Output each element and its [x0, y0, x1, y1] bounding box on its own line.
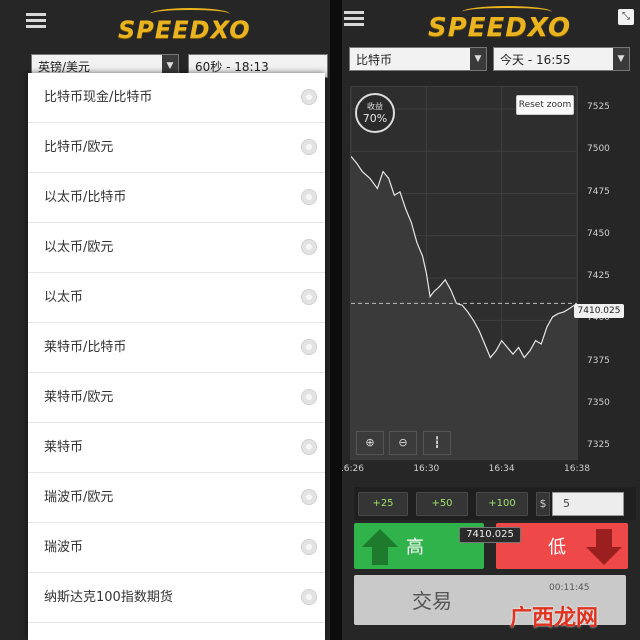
- dropdown-item-label: 瑞波币/欧元: [44, 490, 114, 505]
- menu-icon[interactable]: [26, 13, 46, 29]
- dropdown-item[interactable]: 瑞波币: [28, 523, 325, 573]
- dropdown-item[interactable]: 比特币现金/比特币: [28, 73, 325, 123]
- radio-icon[interactable]: [301, 289, 317, 305]
- dropdown-item-label: 莱特币/比特币: [44, 340, 127, 355]
- payout-value: 70%: [362, 112, 388, 125]
- dropdown-item[interactable]: 以太币: [28, 273, 325, 323]
- radio-icon[interactable]: [301, 139, 317, 155]
- zoom-in-icon[interactable]: ⊕: [356, 431, 384, 455]
- right-screen: SPEEDXO ⤡ 比特币 ▼ 今天 - 16:55 ▼ 收益 70% Rese…: [342, 0, 640, 640]
- y-tick-label: 7375: [587, 355, 610, 366]
- y-tick-label: 7450: [587, 228, 610, 239]
- arrow-down-icon: [586, 529, 622, 565]
- expiry-select[interactable]: 今天 - 16:55 ▼: [493, 47, 630, 71]
- dropdown-item[interactable]: 以太币/欧元: [28, 223, 325, 273]
- left-screen: SPEEDXO 英镑/美元 ▼ 60秒 - 18:13 比特币现金/比特币 比特币…: [0, 0, 330, 640]
- countdown-timer: 00:11:45: [549, 583, 590, 593]
- currency-symbol: $: [536, 492, 550, 516]
- reset-zoom-button[interactable]: Reset zoom: [516, 95, 574, 115]
- x-tick-label: 16:30: [413, 464, 440, 474]
- plus25-button[interactable]: +25: [358, 492, 408, 516]
- radio-icon[interactable]: [301, 189, 317, 205]
- radio-icon[interactable]: [301, 489, 317, 505]
- radio-icon[interactable]: [301, 89, 317, 105]
- asset-select[interactable]: 比特币 ▼: [349, 47, 487, 71]
- radio-icon[interactable]: [301, 339, 317, 355]
- divider: [330, 0, 342, 640]
- entry-price-tag: 7410.025: [459, 527, 521, 543]
- amount-input[interactable]: 5: [552, 492, 624, 516]
- dropdown-item[interactable]: 比特币/欧元: [28, 123, 325, 173]
- zoom-out-icon[interactable]: ⊖: [389, 431, 417, 455]
- radio-icon[interactable]: [301, 239, 317, 255]
- dropdown-item-label: 莱特币: [44, 440, 84, 455]
- dropdown-item-label: 比特币/欧元: [44, 140, 114, 155]
- dropdown-item-label: 瑞波币: [44, 540, 84, 555]
- dropdown-item-label: 以太币: [44, 290, 84, 305]
- price-chart-svg: [351, 87, 577, 459]
- dropdown-item-label: 以太币/欧元: [44, 240, 114, 255]
- dropdown-item[interactable]: 莱特币/比特币: [28, 323, 325, 373]
- candlestick-icon[interactable]: ┇: [423, 431, 451, 455]
- x-tick-label: 16:34: [488, 464, 515, 474]
- plus50-button[interactable]: +50: [416, 492, 468, 516]
- plus100-button[interactable]: +100: [476, 492, 528, 516]
- radio-icon[interactable]: [301, 439, 317, 455]
- dropdown-item-label: 纳斯达克100指数期货: [44, 590, 173, 605]
- asset-select-value: 比特币: [356, 53, 393, 67]
- dropdown-item-label: 以太币/比特币: [44, 190, 127, 205]
- payout-badge: 收益 70%: [355, 93, 395, 133]
- y-tick-label: 7500: [587, 144, 610, 155]
- arrow-up-icon: [362, 529, 398, 565]
- dropdown-item[interactable]: 纳斯达克100指数期货: [28, 573, 325, 623]
- radio-icon[interactable]: [301, 589, 317, 605]
- radio-icon[interactable]: [301, 389, 317, 405]
- radio-icon[interactable]: [301, 539, 317, 555]
- high-button-label: 高: [406, 537, 424, 558]
- logo: SPEEDXO: [428, 13, 572, 43]
- y-tick-label: 7475: [587, 186, 610, 197]
- dropdown-item[interactable]: 莱特币: [28, 423, 325, 473]
- menu-icon[interactable]: [344, 11, 364, 27]
- x-tick-label: 16:38: [564, 464, 590, 474]
- low-button-label: 低: [548, 537, 566, 558]
- dropdown-item[interactable]: 莱特币/欧元: [28, 373, 325, 423]
- logo: SPEEDXO: [118, 16, 251, 44]
- y-tick-label: 7350: [587, 397, 610, 408]
- y-tick-label: 7425: [587, 271, 610, 282]
- y-tick-label: 7325: [587, 440, 610, 451]
- x-tick-label: 16:26: [342, 464, 364, 474]
- fullscreen-icon[interactable]: ⤡: [618, 9, 634, 25]
- chevron-down-icon: ▼: [470, 48, 486, 70]
- expiry-select-value: 今天 - 16:55: [500, 53, 571, 67]
- dropdown-item-label: 莱特币/欧元: [44, 390, 114, 405]
- dropdown-item[interactable]: 以太币/比特币: [28, 173, 325, 223]
- trade-button-label: 交易: [412, 589, 452, 613]
- payout-label: 收益: [367, 102, 383, 111]
- expiry-select-value: 60秒 - 18:13: [195, 60, 269, 74]
- dropdown-item-label: 比特币现金/比特币: [44, 90, 153, 105]
- dropdown-item[interactable]: 瑞波币/欧元: [28, 473, 325, 523]
- chevron-down-icon: ▼: [613, 48, 629, 70]
- asset-select-value: 英镑/美元: [38, 60, 91, 74]
- price-chart[interactable]: 收益 70% Reset zoom ⊕ ⊖ ┇: [350, 86, 578, 460]
- current-price-tag: 7410.025: [574, 304, 624, 318]
- y-tick-label: 7525: [587, 101, 610, 112]
- watermark: 广西龙网: [510, 606, 599, 631]
- asset-dropdown-list[interactable]: 比特币现金/比特币 比特币/欧元 以太币/比特币 以太币/欧元 以太币莱特币/比特币 莱特…: [28, 73, 325, 640]
